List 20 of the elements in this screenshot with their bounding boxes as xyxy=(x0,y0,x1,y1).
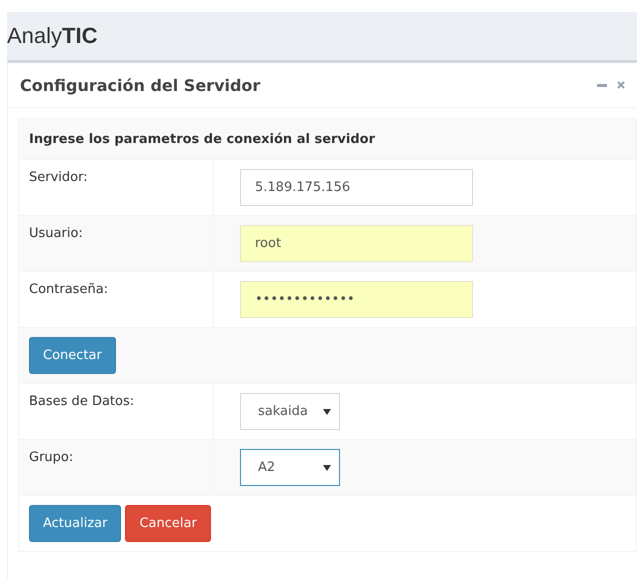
primary-button[interactable]: Actualizar xyxy=(29,505,122,542)
panel-title: Configuración del Servidor xyxy=(20,76,260,94)
text-field[interactable]: root xyxy=(240,225,473,262)
field-label: Servidor: xyxy=(29,170,88,185)
caret-icon xyxy=(323,464,331,470)
close-icon[interactable] xyxy=(617,81,625,89)
select-field[interactable]: A2 xyxy=(240,449,340,486)
text-field[interactable]: 5.189.175.156 xyxy=(240,169,473,206)
section-heading: Ingrese los parametros de conexión al servidor xyxy=(29,132,376,146)
caret-icon xyxy=(323,408,331,414)
primary-button[interactable]: Conectar xyxy=(29,337,116,374)
field-label: Grupo: xyxy=(29,450,74,465)
select-field[interactable]: sakaida xyxy=(240,393,340,430)
cancel-button[interactable]: Cancelar xyxy=(125,505,211,542)
password-field[interactable]: ••••••••••••• xyxy=(240,281,473,318)
field-label: Contraseña: xyxy=(29,282,108,297)
field-label: Usuario: xyxy=(29,226,83,241)
minimize-icon[interactable] xyxy=(597,84,607,86)
app-logo: AnalyTIC xyxy=(7,23,98,49)
field-label: Bases de Datos: xyxy=(29,394,134,409)
